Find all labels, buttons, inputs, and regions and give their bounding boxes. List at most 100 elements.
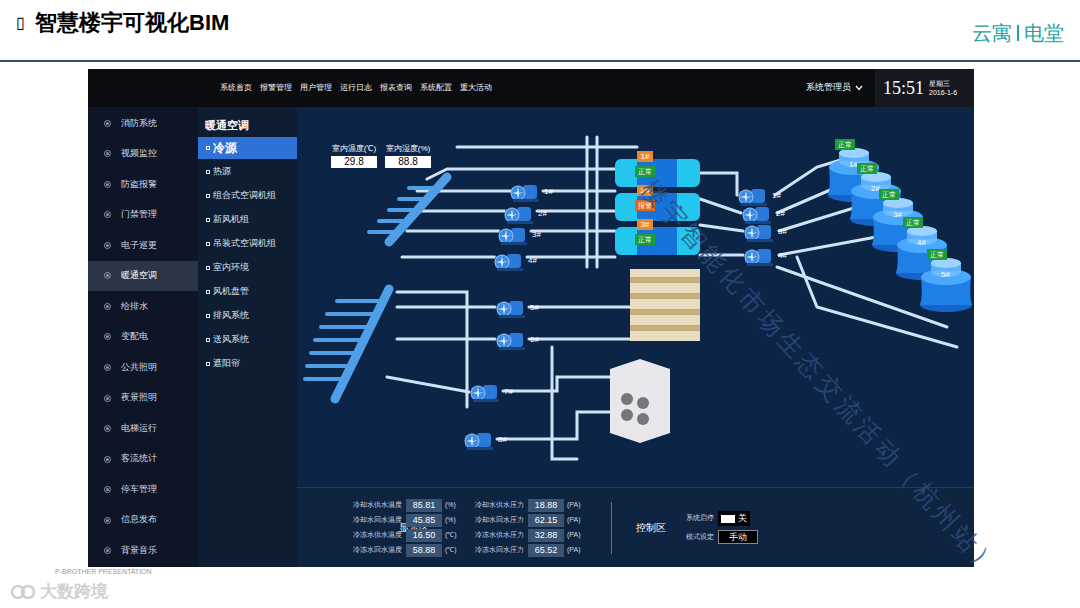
chiller[interactable]: 2# 报警 — [635, 185, 655, 211]
sidebar-item[interactable]: 夜景照明 — [88, 383, 198, 414]
pump-icon — [743, 245, 777, 267]
slide-header: ▯智慧楼宇可视化BIM云寓电堂 — [0, 0, 1080, 62]
status-badge: 正常 — [903, 217, 923, 228]
pump-label: 1# — [544, 188, 553, 196]
bullet-icon — [104, 211, 111, 218]
status-badge: 正常 — [927, 249, 947, 260]
nav-item[interactable]: 报警管理 — [260, 82, 292, 94]
clock: 15:51星期三2016-1-6 — [875, 69, 974, 107]
submenu-title: 暖通空调 — [198, 117, 297, 137]
nav-item[interactable]: 系统首页 — [220, 82, 252, 94]
pump-label: 2# — [538, 210, 547, 218]
pump-label: 5# — [530, 304, 539, 312]
sidebar-item[interactable]: 电子巡更 — [88, 230, 198, 261]
nav-item[interactable]: 用户管理 — [300, 82, 332, 94]
reading-row: 冷却水供水压力18.88(PA) — [475, 499, 585, 512]
pump[interactable]: 1# — [509, 181, 553, 203]
logo-icon — [10, 583, 36, 601]
pump[interactable]: 8# — [463, 429, 507, 451]
sidebar-item[interactable]: 变配电 — [88, 322, 198, 353]
pump-label: 6# — [530, 336, 539, 344]
submenu-item[interactable]: 室内环境 — [198, 257, 297, 279]
reading-row: 冷冻水回水压力65.52(PA) — [475, 544, 585, 557]
sidebar-item[interactable]: 客流统计 — [88, 444, 198, 475]
pump[interactable]: 2# — [503, 203, 547, 225]
bullet-icon — [104, 517, 111, 524]
chiller-label: 2# — [637, 185, 654, 196]
plant-diagram: 室内温度(℃)29.8室内湿度(%)88.81#正常2#报警3#正常1#2#3#… — [297, 107, 974, 487]
chiller[interactable]: 1#正常 — [635, 151, 655, 177]
submenu-item[interactable]: 热源 — [198, 161, 297, 183]
pump[interactable]: 4# — [743, 245, 787, 267]
pump[interactable]: 3# — [497, 224, 541, 246]
pump[interactable]: 2# — [741, 203, 785, 225]
tower-label: 5# — [941, 271, 950, 279]
pump[interactable]: 4# — [493, 250, 537, 272]
nav-item[interactable]: 运行日志 — [340, 82, 372, 94]
cooling-tower[interactable]: 正常5# — [917, 257, 974, 313]
bullet-icon — [104, 242, 111, 249]
submenu-item[interactable]: 排风系统 — [198, 305, 297, 327]
submenu-item[interactable]: 风机盘管 — [198, 281, 297, 303]
pump[interactable]: 1# — [737, 185, 781, 207]
indoor-reading: 室内温度(℃)29.8 — [331, 143, 377, 168]
reading-row: 冷却水回水压力62.15(PA) — [475, 514, 585, 527]
bottom-panel: 显示区冷却水供水温度85.81(%)冷却水回水温度45.85(%)冷冻水供水温度… — [297, 487, 974, 567]
sidebar-item[interactable]: 背景音乐 — [88, 535, 198, 566]
pump-icon — [497, 224, 531, 246]
sidebar-item[interactable]: 给排水 — [88, 291, 198, 322]
nav-item[interactable]: 报表查询 — [380, 82, 412, 94]
sidebar-item[interactable]: 门禁管理 — [88, 200, 198, 231]
footer-logo: 大数跨境 — [10, 579, 1080, 605]
sidebar-item[interactable]: 暖通空调 — [88, 261, 198, 292]
submenu-item[interactable]: 新风机组 — [198, 209, 297, 231]
switch[interactable]: 关 — [718, 511, 750, 527]
pump[interactable]: 3# — [743, 221, 787, 243]
status-badge: 正常 — [635, 234, 655, 245]
tower-label: 3# — [893, 211, 902, 219]
cooling-tower-icon — [917, 257, 974, 313]
submenu-item[interactable]: 遮阳帘 — [198, 353, 297, 375]
pump[interactable]: 7# — [469, 381, 513, 403]
slide-footer: P-BROTHER PRESENTATION 大数跨境 — [0, 567, 1080, 605]
bullet-icon — [104, 150, 111, 157]
submenu-item[interactable]: 冷源 — [198, 137, 297, 159]
control-title: 控制区 — [636, 520, 666, 535]
chiller-label: 3# — [637, 219, 654, 230]
chevron-down-icon — [855, 85, 863, 91]
sidebar-item[interactable]: 消防系统 — [88, 108, 198, 139]
submenu-item[interactable]: 吊装式空调机组 — [198, 233, 297, 255]
sidebar-item[interactable]: 信息发布 — [88, 505, 198, 536]
sidebar-item[interactable]: 公共照明 — [88, 352, 198, 383]
main-nav: 系统首页报警管理用户管理运行日志报表查询系统配置重大活动 — [220, 82, 492, 94]
slide-title: 智慧楼宇可视化BIM — [35, 6, 229, 39]
bullet-icon — [104, 395, 111, 402]
mode-select[interactable]: 手动 — [718, 530, 758, 544]
sidebar-item[interactable]: 停车管理 — [88, 474, 198, 505]
submenu-item[interactable]: 组合式空调机组 — [198, 185, 297, 207]
pump-label: 3# — [778, 228, 787, 236]
sidebar-item[interactable]: 防盗报警 — [88, 169, 198, 200]
pump-label: 3# — [532, 231, 541, 239]
submenu-item[interactable]: 送风系统 — [198, 329, 297, 351]
sidebar-item[interactable]: 视频监控 — [88, 139, 198, 170]
nav-item[interactable]: 系统配置 — [420, 82, 452, 94]
watermark: 楼宇智能化市场生态交流活动（杭州站） — [632, 172, 1009, 585]
reading-row: 冷冻水供水压力32.88(PA) — [475, 529, 585, 542]
sidebar-item[interactable]: 电梯运行 — [88, 413, 198, 444]
pump[interactable]: 5# — [495, 297, 539, 319]
nav-item[interactable]: 重大活动 — [460, 82, 492, 94]
sidebar: 消防系统视频监控防盗报警门禁管理电子巡更暖通空调给排水变配电公共照明夜景照明电梯… — [88, 107, 198, 567]
pump-icon — [503, 203, 537, 225]
bullet-icon — [104, 120, 111, 127]
user-menu[interactable]: 系统管理员 — [806, 81, 863, 95]
status-badge: 报警 — [635, 200, 655, 211]
reading-row: 冷却水回水温度45.85(%) — [353, 514, 463, 527]
status-badge: 正常 — [879, 189, 899, 200]
brand-logo: 云寓电堂 — [972, 6, 1064, 48]
pump-icon — [741, 203, 775, 225]
pump-icon — [743, 221, 777, 243]
chiller[interactable]: 3# 正常 — [635, 219, 655, 245]
pump[interactable]: 6# — [495, 329, 539, 351]
credit: P-BROTHER PRESENTATION — [10, 567, 1080, 576]
